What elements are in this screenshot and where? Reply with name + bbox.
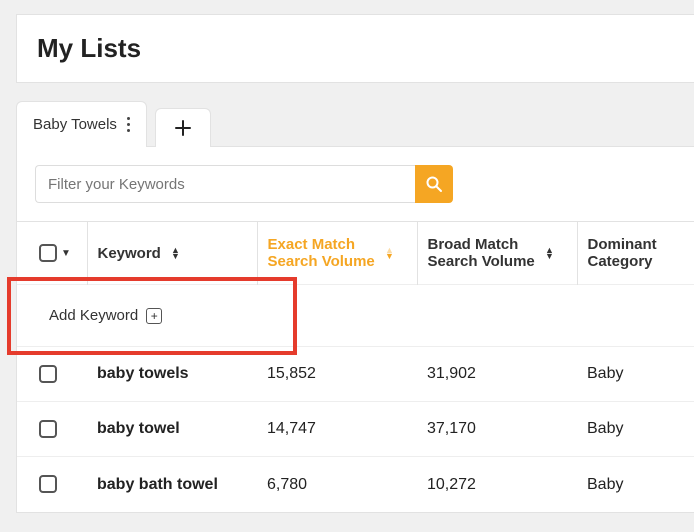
tabs-bar: Baby Towels [16,101,694,147]
category-cell: Baby [577,457,694,512]
exact-cell: 14,747 [257,402,417,457]
row-checkbox[interactable] [39,420,57,438]
exact-cell: 15,852 [257,347,417,402]
table-row: baby towels 15,852 31,902 Baby [17,347,694,402]
keyword-table: ▼ Keyword ▲▼ Exact Match Search Volume ▲… [17,221,694,512]
page-title: My Lists [17,15,694,82]
tab-label: Baby Towels [33,116,117,133]
sort-icon: ▲▼ [385,247,394,259]
broad-cell: 31,902 [417,347,577,402]
search-icon [425,175,443,193]
tab-active[interactable]: Baby Towels [16,101,147,147]
search-input[interactable] [35,165,415,203]
keyword-cell: baby towels [87,347,257,402]
row-checkbox[interactable] [39,365,57,383]
plus-box-icon: + [146,308,162,324]
broad-cell: 10,272 [417,457,577,512]
table-row: baby bath towel 6,780 10,272 Baby [17,457,694,512]
keyword-cell: baby towel [87,402,257,457]
select-all-header[interactable]: ▼ [17,222,87,285]
keyword-cell: baby bath towel [87,457,257,512]
sort-icon: ▲▼ [171,247,180,259]
add-tab-button[interactable] [155,108,211,147]
broad-cell: 37,170 [417,402,577,457]
column-exact-match[interactable]: Exact Match Search Volume ▲▼ [257,222,417,285]
checkbox-icon[interactable] [39,244,57,262]
category-cell: Baby [577,402,694,457]
exact-cell: 6,780 [257,457,417,512]
column-broad-match[interactable]: Broad Match Search Volume ▲▼ [417,222,577,285]
category-cell: Baby [577,347,694,402]
column-keyword[interactable]: Keyword ▲▼ [87,222,257,285]
content-panel: ▼ Keyword ▲▼ Exact Match Search Volume ▲… [16,146,694,513]
kebab-icon[interactable] [127,117,130,132]
search-button[interactable] [415,165,453,203]
chevron-down-icon[interactable]: ▼ [61,248,71,259]
add-keyword-label: Add Keyword [49,307,138,324]
add-keyword-row[interactable]: Add Keyword + [17,285,694,347]
page-header: My Lists [16,14,694,83]
sort-icon: ▲▼ [545,247,554,259]
search-row [17,165,694,221]
column-dominant-category[interactable]: Dominant Category [577,222,694,285]
plus-icon [174,119,192,137]
row-checkbox[interactable] [39,475,57,493]
table-row: baby towel 14,747 37,170 Baby [17,402,694,457]
